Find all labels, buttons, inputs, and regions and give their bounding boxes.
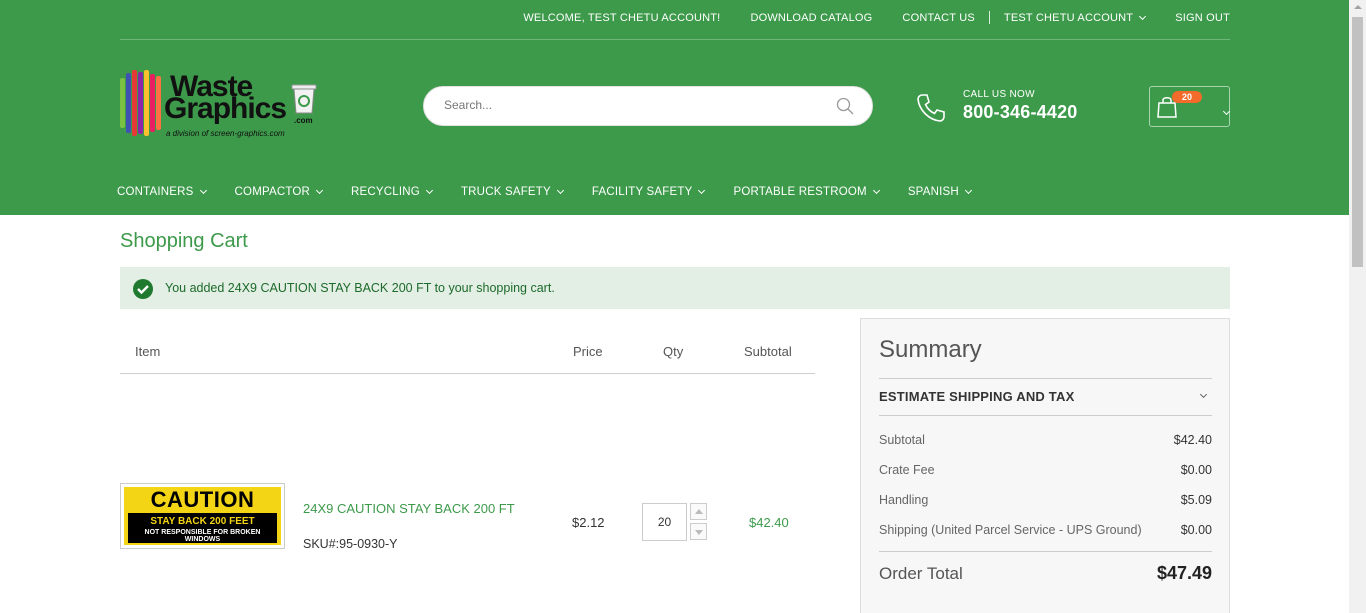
summary-row-subtotal: Subtotal $42.40 — [879, 433, 1212, 447]
top-bar: WELCOME, TEST CHETU ACCOUNT! DOWNLOAD CA… — [120, 0, 1230, 40]
chevron-down-icon — [698, 186, 706, 194]
sign-caution-text: CAUTION — [124, 487, 281, 513]
caution-sign-image: CAUTION STAY BACK 200 FEET NOT RESPONSIB… — [124, 487, 281, 545]
site-header: WELCOME, TEST CHETU ACCOUNT! DOWNLOAD CA… — [0, 0, 1349, 215]
chevron-down-icon — [1217, 103, 1231, 121]
column-item: Item — [135, 344, 161, 359]
nav-recycling[interactable]: RECYCLING — [351, 186, 433, 198]
quantity-increase-button[interactable] — [690, 503, 707, 520]
page-title: Shopping Cart — [120, 230, 248, 252]
product-name-link[interactable]: 24X9 CAUTION STAY BACK 200 FT — [303, 501, 515, 516]
chevron-down-icon — [1139, 12, 1147, 20]
phone-icon — [917, 94, 945, 122]
nav-portable-restroom[interactable]: PORTABLE RESTROOM — [733, 186, 880, 198]
chevron-down-icon — [872, 186, 880, 194]
arrow-up-icon — [695, 509, 703, 514]
order-total-label: Order Total — [879, 564, 963, 583]
mini-cart-button[interactable]: 20 — [1149, 86, 1231, 127]
nav-containers[interactable]: CONTAINERS — [117, 186, 207, 198]
order-total-row: Order Total $47.49 — [879, 551, 1212, 583]
nav-facility-safety[interactable]: FACILITY SAFETY — [592, 186, 706, 198]
search-box[interactable] — [423, 86, 873, 126]
chevron-down-icon — [556, 186, 564, 194]
account-menu[interactable]: TEST CHETU ACCOUNT — [1003, 11, 1147, 24]
recycle-bin-icon — [291, 84, 317, 114]
cart-count-badge: 20 — [1172, 91, 1203, 103]
order-summary: Summary ESTIMATE SHIPPING AND TAX Subtot… — [860, 318, 1230, 613]
sign-out-link[interactable]: SIGN OUT — [1175, 12, 1230, 24]
main-nav: CONTAINERS COMPACTOR RECYCLING TRUCK SAF… — [117, 186, 1000, 198]
sign-line-2: NOT RESPONSIBLE FOR BROKEN WINDOWS — [144, 529, 261, 543]
quantity-input[interactable]: 20 — [642, 503, 687, 541]
product-image[interactable]: CAUTION STAY BACK 200 FEET NOT RESPONSIB… — [120, 483, 285, 549]
chevron-down-icon — [316, 186, 324, 194]
divider — [988, 11, 990, 24]
column-subtotal: Subtotal — [744, 344, 792, 359]
success-message-text: You added 24X9 CAUTION STAY BACK 200 FT … — [165, 281, 555, 295]
site-logo[interactable]: Waste Graphics .com a division of screen… — [120, 68, 320, 140]
summary-row-crate-fee: Crate Fee $0.00 — [879, 463, 1212, 477]
estimate-shipping-toggle[interactable]: ESTIMATE SHIPPING AND TAX — [879, 378, 1212, 416]
estimate-shipping-label: ESTIMATE SHIPPING AND TAX — [879, 389, 1075, 404]
search-icon[interactable] — [836, 97, 854, 115]
logo-suffix: .com — [294, 116, 313, 125]
welcome-text: WELCOME, TEST CHETU ACCOUNT! — [523, 11, 721, 24]
check-circle-icon — [133, 279, 153, 299]
column-price: Price — [573, 344, 603, 359]
search-input[interactable] — [444, 98, 824, 112]
account-label: TEST CHETU ACCOUNT — [1003, 11, 1134, 24]
success-message: You added 24X9 CAUTION STAY BACK 200 FT … — [120, 267, 1230, 309]
chevron-down-icon — [1199, 390, 1208, 399]
chevron-down-icon — [964, 186, 972, 194]
logo-color-bars — [120, 70, 162, 136]
scroll-up-arrow-icon[interactable] — [1354, 5, 1362, 9]
column-qty: Qty — [663, 344, 684, 359]
logo-tagline: a division of screen-graphics.com — [166, 129, 285, 138]
quantity-decrease-button[interactable] — [690, 523, 707, 540]
arrow-down-icon — [695, 530, 703, 535]
call-us-label: CALL US NOW — [963, 89, 1035, 100]
page-scrollbar[interactable] — [1349, 0, 1366, 613]
download-catalog-link[interactable]: DOWNLOAD CATALOG — [750, 12, 872, 24]
summary-row-handling: Handling $5.09 — [879, 493, 1212, 507]
summary-row-shipping: Shipping (United Parcel Service - UPS Gr… — [879, 523, 1212, 537]
nav-compactor[interactable]: COMPACTOR — [235, 186, 324, 198]
summary-title: Summary — [879, 336, 982, 363]
sign-line-1: STAY BACK 200 FEET — [150, 516, 255, 527]
product-subtotal: $42.40 — [749, 515, 789, 530]
logo-word-graphics: Graphics — [164, 92, 287, 125]
scrollbar-thumb[interactable] — [1352, 17, 1363, 267]
chevron-down-icon — [199, 186, 207, 194]
order-total-value: $47.49 — [1156, 563, 1212, 583]
product-sku: SKU#:95-0930-Y — [303, 537, 398, 551]
phone-number[interactable]: 800-346-4420 — [963, 102, 1078, 123]
product-price: $2.12 — [572, 515, 605, 530]
chevron-down-icon — [425, 186, 433, 194]
contact-us-link[interactable]: CONTACT US — [902, 12, 975, 24]
cart-table-header: Item Price Qty Subtotal — [120, 332, 815, 374]
nav-truck-safety[interactable]: TRUCK SAFETY — [461, 186, 564, 198]
nav-spanish[interactable]: SPANISH — [908, 186, 972, 198]
top-links: WELCOME, TEST CHETU ACCOUNT! DOWNLOAD CA… — [523, 11, 1230, 24]
